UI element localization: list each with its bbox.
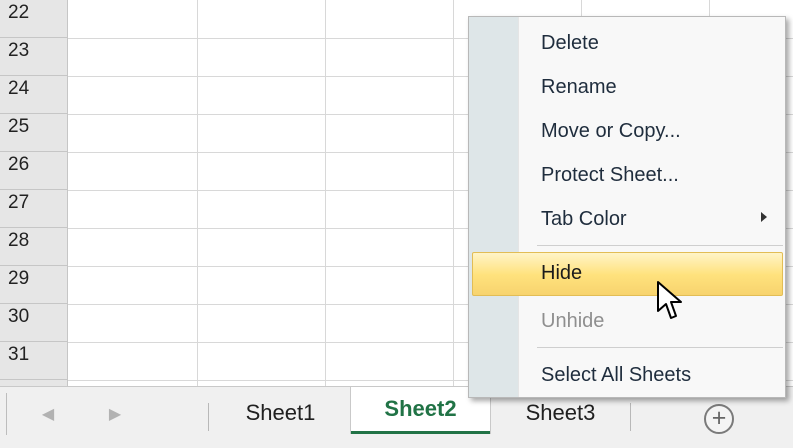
sheet-tab-sheet1[interactable]: Sheet1 xyxy=(211,398,350,434)
menu-separator xyxy=(537,245,783,246)
menu-item-label: Protect Sheet... xyxy=(541,164,679,186)
menu-item-label: Rename xyxy=(541,76,617,98)
menu-item-label: Unhide xyxy=(541,310,605,332)
menu-item-label: Tab Color xyxy=(541,208,627,230)
menu-item-unhide: Unhide xyxy=(469,301,785,341)
menu-item-delete[interactable]: Delete xyxy=(469,23,785,63)
spreadsheet-window: 22 23 24 25 26 27 28 29 30 31 ◀ ▶ Sheet1… xyxy=(0,0,793,448)
menu-item-tab-color[interactable]: Tab Color xyxy=(469,199,785,239)
chevron-right-icon[interactable]: ▶ xyxy=(107,405,123,425)
menu-item-move-or-copy[interactable]: Move or Copy... xyxy=(469,111,785,151)
row-header-29[interactable]: 29 xyxy=(0,266,68,304)
row-header-26[interactable]: 26 xyxy=(0,152,68,190)
menu-item-label: Select All Sheets xyxy=(541,364,692,386)
vertical-grid-line xyxy=(325,0,326,386)
menu-item-rename[interactable]: Rename xyxy=(469,67,785,107)
sheet-tab-divider xyxy=(208,403,209,431)
row-header-24[interactable]: 24 xyxy=(0,76,68,114)
row-header-column: 22 23 24 25 26 27 28 29 30 31 xyxy=(0,0,68,386)
row-header-31[interactable]: 31 xyxy=(0,342,68,380)
menu-item-hide[interactable]: Hide xyxy=(472,252,783,296)
menu-item-label: Delete xyxy=(541,32,599,54)
menu-separator xyxy=(537,347,783,348)
row-header-25[interactable]: 25 xyxy=(0,114,68,152)
chevron-left-icon[interactable]: ◀ xyxy=(40,405,56,425)
menu-item-label: Move or Copy... xyxy=(541,120,681,142)
row-header-23[interactable]: 23 xyxy=(0,38,68,76)
vertical-grid-line xyxy=(197,0,198,386)
row-header-30[interactable]: 30 xyxy=(0,304,68,342)
sheet-tab-sheet3[interactable]: Sheet3 xyxy=(491,398,630,434)
menu-item-select-all-sheets[interactable]: Select All Sheets xyxy=(469,355,785,395)
plus-circle-icon[interactable]: + xyxy=(704,404,734,434)
row-header-27[interactable]: 27 xyxy=(0,190,68,228)
menu-item-protect-sheet[interactable]: Protect Sheet... xyxy=(469,155,785,195)
sheet-tab-divider xyxy=(630,403,631,431)
tab-bar-left-divider xyxy=(6,393,7,435)
row-header-28[interactable]: 28 xyxy=(0,228,68,266)
chevron-right-icon xyxy=(761,212,767,222)
vertical-grid-line xyxy=(453,0,454,386)
menu-item-label: Hide xyxy=(541,262,583,284)
sheet-tab-context-menu: Delete Rename Move or Copy... Protect Sh… xyxy=(468,16,786,398)
row-header-22[interactable]: 22 xyxy=(0,0,68,38)
